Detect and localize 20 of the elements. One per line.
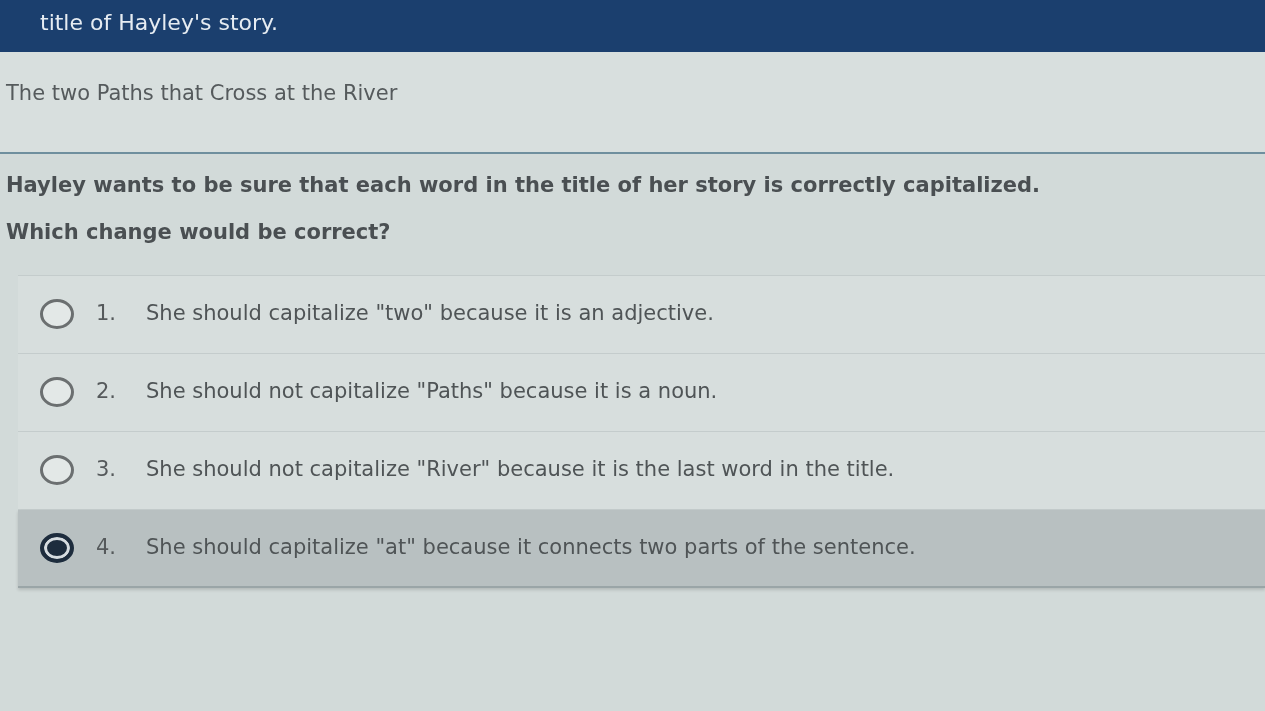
- option-number: 3.: [96, 456, 118, 484]
- option-text: She should capitalize "two" because it is an adjective.: [146, 300, 714, 328]
- option-number: 2.: [96, 378, 118, 406]
- answer-option[interactable]: 4. She should capitalize "at" because it connects two parts of the sentence.: [18, 509, 1265, 588]
- option-number: 4.: [96, 533, 118, 561]
- radio-button[interactable]: [40, 377, 74, 407]
- question-text: Which change would be correct?: [5, 219, 392, 246]
- answer-option[interactable]: 1. She should capitalize "two" because it is an adjective.: [18, 275, 1265, 354]
- option-number: 1.: [96, 300, 118, 328]
- passage-title: The two Paths that Cross at the River: [6, 81, 398, 105]
- header-title: title of Hayley's story.: [40, 10, 278, 35]
- radio-button[interactable]: [40, 532, 74, 563]
- answer-option[interactable]: 3. She should not capitalize "River" because it is the last word in the title.: [18, 431, 1265, 510]
- radio-button[interactable]: [40, 299, 74, 329]
- question-prompt: Hayley wants to be sure that each word in the title of her story is correctly capitalized.: [5, 171, 1042, 199]
- option-text: She should not capitalize "Paths" because it is a noun.: [146, 378, 718, 406]
- answer-option[interactable]: 2. She should not capitalize "Paths" because it is a noun.: [18, 353, 1265, 432]
- option-text: She should capitalize "at" because it connects two parts of the sentence.: [146, 533, 916, 561]
- option-text: She should not capitalize "River" because it is the last word in the title.: [146, 456, 895, 484]
- radio-button[interactable]: [40, 455, 74, 485]
